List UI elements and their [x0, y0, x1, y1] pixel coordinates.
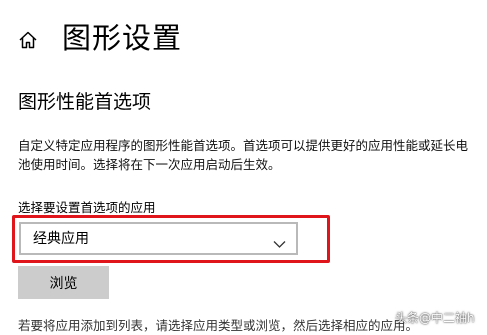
page-title: 图形设置 — [62, 21, 183, 55]
browse-button[interactable]: 浏览 — [18, 266, 109, 299]
home-icon[interactable] — [18, 30, 38, 50]
app-type-dropdown-value: 经典应用 — [33, 230, 89, 247]
section-description: 自定义特定应用程序的图形性能首选项。首选项可以提供更好的应用性能或延长电池使用时… — [18, 138, 469, 172]
chevron-down-icon — [273, 234, 286, 248]
watermark: 头条@中二袖h — [395, 311, 475, 325]
partial-instruction-text: 若要将应用添加到列表，请选择应用类型或浏览，然后选择相应的应用。 — [18, 318, 419, 333]
section-title: 图形性能首选项 — [18, 91, 152, 113]
app-type-dropdown[interactable]: 经典应用 — [19, 222, 298, 255]
